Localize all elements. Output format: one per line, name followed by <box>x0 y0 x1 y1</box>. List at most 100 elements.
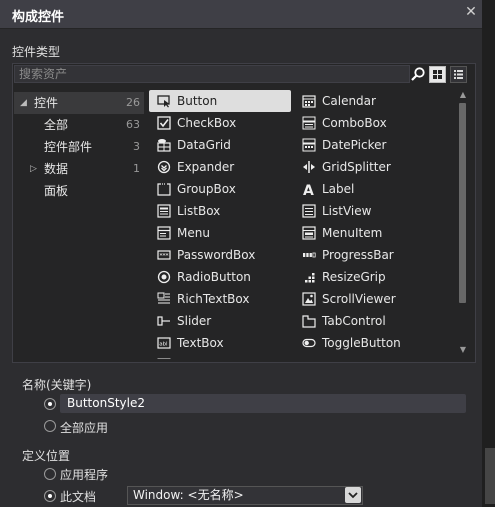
control-label[interactable]: A Label <box>294 178 436 200</box>
control-label: GroupBox <box>177 182 236 196</box>
application-label: 应用程序 <box>60 468 109 482</box>
category-label: 全部 <box>44 118 69 132</box>
control-passwordbox[interactable]: *** PasswordBox <box>149 244 291 266</box>
resizegrip-icon <box>305 273 315 283</box>
list-view-button[interactable] <box>450 66 467 83</box>
collapse-arrow-icon[interactable]: ◢ <box>20 92 27 114</box>
category-count: 63 <box>126 118 140 131</box>
svg-text:***: *** <box>160 253 169 260</box>
control-checkbox[interactable]: CheckBox <box>149 112 291 134</box>
control-combobox[interactable]: ComboBox <box>294 112 436 134</box>
control-label: ProgressBar <box>322 248 394 262</box>
background-window-edge <box>482 0 495 507</box>
control-listbox[interactable]: ListBox <box>149 200 291 222</box>
category-panels[interactable]: 面板 <box>14 180 144 202</box>
control-listview[interactable]: ListView <box>294 200 436 222</box>
application-radio[interactable] <box>44 468 56 480</box>
category-label: 数据 <box>44 162 69 176</box>
category-control-parts[interactable]: 控件部件 3 <box>14 136 144 158</box>
control-label: CheckBox <box>177 116 237 130</box>
control-menuitem[interactable]: MenuItem <box>294 222 436 244</box>
progressbar-icon <box>303 252 316 258</box>
control-label: DataGrid <box>177 138 231 152</box>
radiobutton-icon <box>157 270 171 284</box>
control-icon <box>157 358 171 359</box>
document-combobox[interactable]: Window: <无名称> <box>127 486 363 505</box>
datagrid-icon <box>157 139 171 152</box>
passwordbox-icon: *** <box>157 250 171 260</box>
category-tree: ◢ 控件 26 全部 63 控件部件 3 ▷ 数据 1 面板 <box>14 89 144 359</box>
gridsplitter-icon <box>303 161 315 173</box>
control-richtextbox[interactable]: RichTextBox <box>149 288 291 310</box>
scroll-up-icon[interactable]: ▲ <box>458 90 468 99</box>
category-controls[interactable]: ◢ 控件 26 <box>14 92 144 114</box>
style-name-input[interactable]: ButtonStyle2 <box>60 394 466 413</box>
svg-text:abl: abl <box>159 342 168 348</box>
groupbox-icon <box>157 183 171 196</box>
scroll-down-icon[interactable]: ▼ <box>458 345 468 354</box>
control-label: RichTextBox <box>177 292 250 306</box>
control-resizegrip[interactable]: ResizeGrip <box>294 266 436 288</box>
dialog-titlebar <box>0 0 482 29</box>
control-radiobutton[interactable]: RadioButton <box>149 266 291 288</box>
control-label: ToggleButton <box>322 336 401 350</box>
control-progressbar[interactable]: ProgressBar <box>294 244 436 266</box>
scrollbar-thumb[interactable] <box>459 103 466 303</box>
listbox-icon <box>157 204 171 218</box>
control-datagrid[interactable]: DataGrid <box>149 134 291 156</box>
apply-all-radio[interactable] <box>44 420 56 432</box>
control-togglebutton[interactable]: ToggleButton <box>294 332 436 354</box>
calendar-icon <box>302 95 316 108</box>
control-gridsplitter[interactable]: GridSplitter <box>294 156 436 178</box>
slider-icon <box>157 316 170 326</box>
control-label: RadioButton <box>177 270 251 284</box>
control-slider[interactable]: Slider <box>149 310 291 332</box>
category-label: 面板 <box>44 184 69 198</box>
control-datepicker[interactable]: DatePicker <box>294 134 436 156</box>
category-count: 1 <box>133 162 140 175</box>
control-menu[interactable]: Menu <box>149 222 291 244</box>
menuitem-icon <box>302 226 316 240</box>
close-icon[interactable]: ✕ <box>464 5 478 19</box>
this-document-label: 此文档 <box>60 490 97 504</box>
category-label: 控件部件 <box>44 140 93 154</box>
category-label: 控件 <box>34 96 59 110</box>
control-label: Button <box>177 94 218 108</box>
category-all[interactable]: 全部 63 <box>14 114 144 136</box>
this-document-radio[interactable] <box>44 490 56 502</box>
search-input[interactable]: 搜索资产 <box>14 65 410 83</box>
category-data[interactable]: ▷ 数据 1 <box>14 158 144 180</box>
control-textbox[interactable]: abl TextBox <box>149 332 291 354</box>
dropdown-button[interactable] <box>345 487 361 503</box>
list-item <box>149 354 291 359</box>
control-expander[interactable]: Expander <box>149 156 291 178</box>
combobox-icon <box>302 116 316 130</box>
control-label: Menu <box>177 226 210 240</box>
control-tabcontrol[interactable]: TabControl <box>294 310 436 332</box>
tabcontrol-icon <box>302 315 316 328</box>
grid-view-button[interactable] <box>429 66 446 83</box>
control-label: ScrollViewer <box>322 292 396 306</box>
control-label: Label <box>322 182 355 196</box>
category-count: 3 <box>133 140 140 153</box>
control-grid: Button CheckBox DataGrid Expander GroupB… <box>146 89 456 359</box>
define-in-section-label: 定义位置 <box>22 449 71 463</box>
control-scrollviewer[interactable]: ScrollViewer <box>294 288 436 310</box>
expander-icon <box>157 160 171 174</box>
datepicker-icon <box>302 138 316 152</box>
control-button[interactable]: Button <box>149 90 291 112</box>
search-icon[interactable] <box>410 66 426 82</box>
control-label: Slider <box>177 314 212 328</box>
control-calendar[interactable]: Calendar <box>294 90 436 112</box>
richtextbox-icon <box>157 292 170 304</box>
control-label: Expander <box>177 160 235 174</box>
dialog-title: 构成控件 <box>12 10 65 25</box>
scrollviewer-icon <box>302 292 316 306</box>
name-radio[interactable] <box>44 398 56 410</box>
control-groupbox[interactable]: GroupBox <box>149 178 291 200</box>
textbox-icon: abl <box>157 337 171 349</box>
togglebutton-icon <box>302 338 316 348</box>
expand-arrow-icon[interactable]: ▷ <box>30 158 37 180</box>
control-grid-scrollbar[interactable]: ▲ ▼ <box>456 89 472 359</box>
apply-all-label: 全部应用 <box>60 421 109 435</box>
